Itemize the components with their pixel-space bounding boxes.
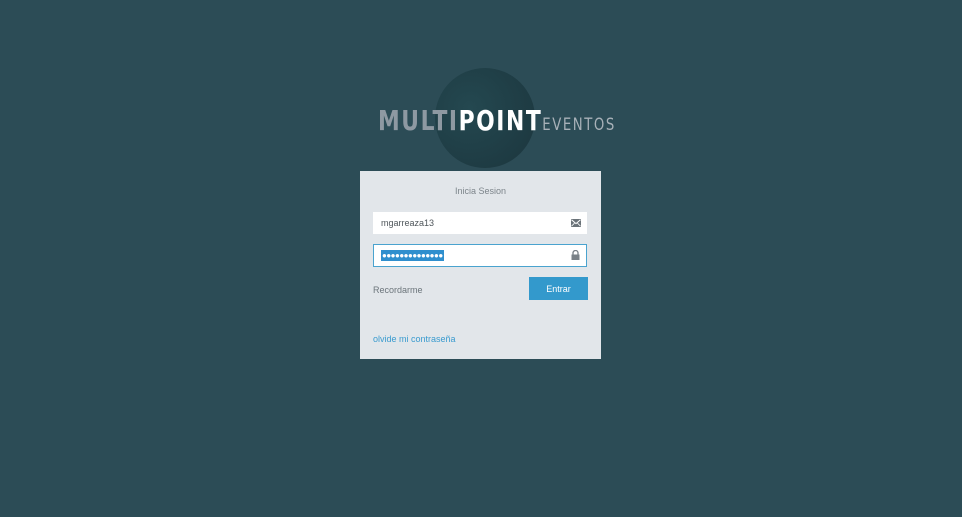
logo: MULTIPOINTEVENTOS — [378, 68, 614, 168]
remember-me-label[interactable]: Recordarme — [373, 285, 423, 295]
logo-eventos: EVENTOS — [542, 115, 616, 135]
login-card: Inicia Sesion ●●●●●●●●●●●●●● Recordarme … — [360, 171, 601, 359]
forgot-password-link[interactable]: olvide mi contraseña — [373, 334, 456, 344]
logo-multi: MULTI — [378, 104, 459, 137]
password-field[interactable]: ●●●●●●●●●●●●●● — [373, 244, 587, 267]
password-input[interactable]: ●●●●●●●●●●●●●● — [381, 250, 444, 261]
logo-text: MULTIPOINTEVENTOS — [378, 104, 616, 137]
username-input[interactable] — [373, 212, 563, 234]
envelope-icon — [571, 214, 581, 232]
logo-point: POINT — [458, 104, 543, 137]
username-field — [373, 212, 587, 234]
login-title: Inicia Sesion — [454, 186, 507, 196]
login-button[interactable]: Entrar — [529, 277, 588, 300]
lock-icon — [571, 247, 580, 265]
